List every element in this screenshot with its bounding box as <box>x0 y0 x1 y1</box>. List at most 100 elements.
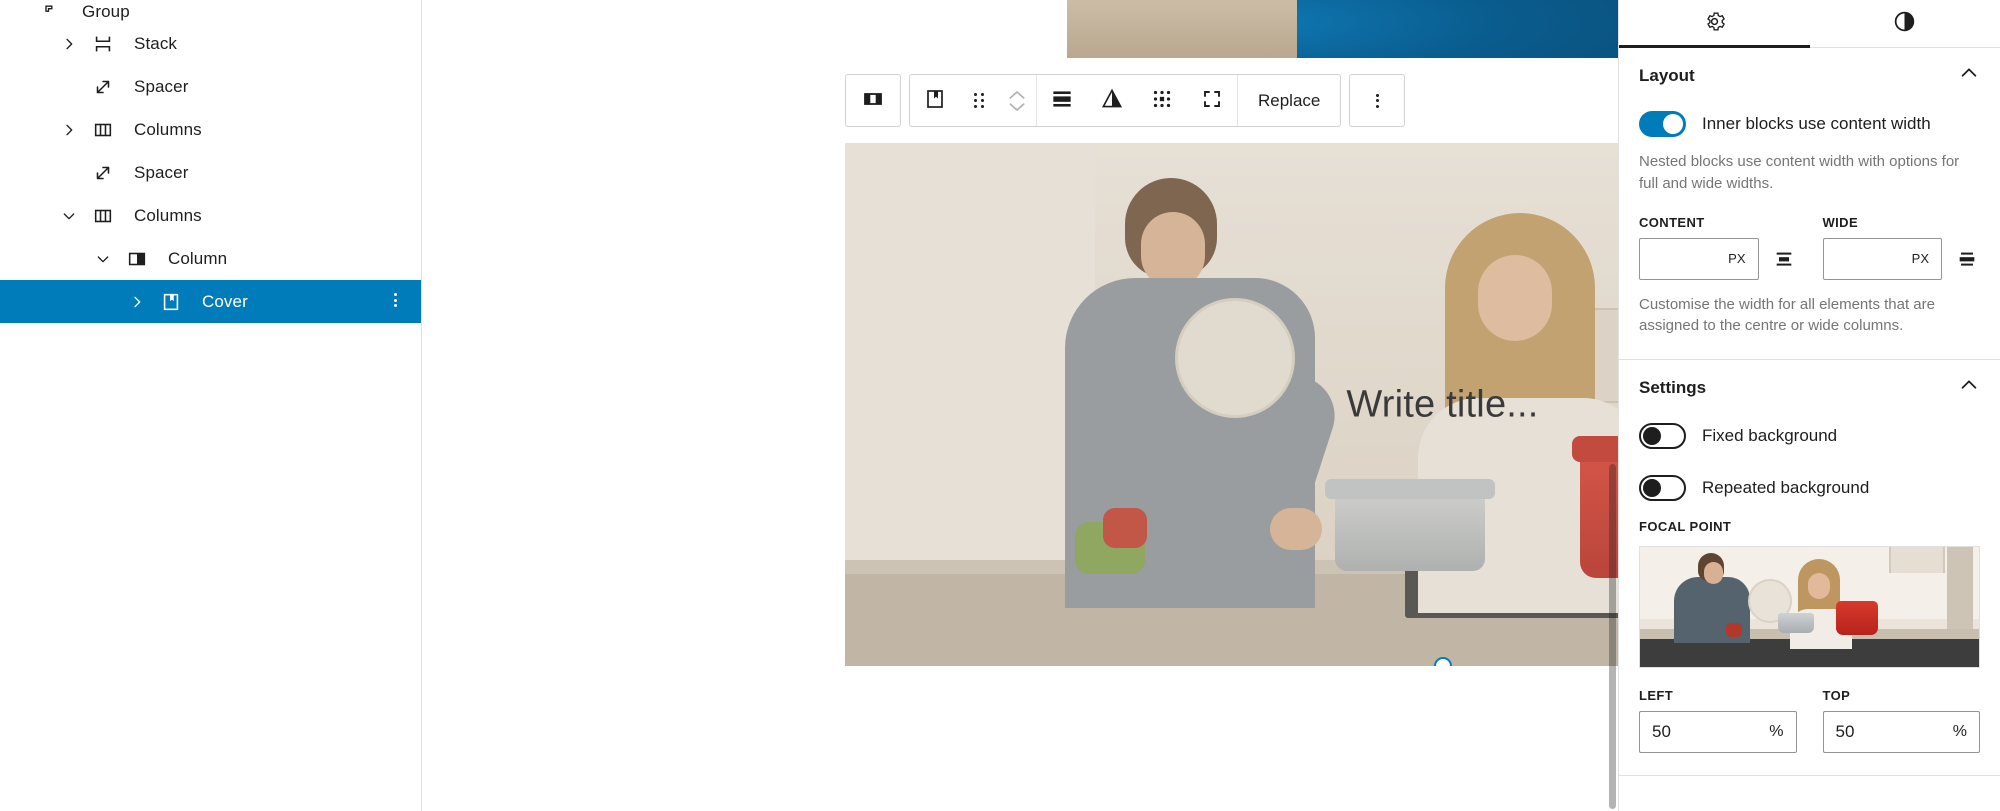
wide-width-input[interactable] <box>1835 248 1906 269</box>
focal-top-field: TOP % <box>1822 688 1980 753</box>
focal-point-button[interactable] <box>1137 75 1187 126</box>
group-icon <box>34 2 68 22</box>
full-height-button[interactable] <box>1187 75 1237 126</box>
list-item-cover[interactable]: Cover <box>0 280 421 323</box>
content-width-input[interactable] <box>1652 248 1723 269</box>
content-width-field: CONTENT PX <box>1639 215 1797 280</box>
tab-settings[interactable] <box>1619 0 1810 48</box>
list-item-columns-2[interactable]: Columns <box>0 194 421 237</box>
focal-point-label: FOCAL POINT <box>1639 519 1732 534</box>
canvas-scrollbar[interactable] <box>1609 464 1616 809</box>
align-wide-icon[interactable] <box>1954 248 1980 270</box>
inspector-tabs <box>1619 0 2000 48</box>
width-help-text: Customise the width for all elements tha… <box>1639 295 1935 335</box>
list-item-group[interactable]: Group <box>0 0 421 22</box>
content-width-label: CONTENT <box>1639 214 1705 230</box>
spacer-icon <box>86 76 120 98</box>
chevron-right-icon[interactable] <box>52 122 86 138</box>
column-icon <box>120 248 154 270</box>
focal-top-input[interactable] <box>1835 722 1947 742</box>
drag-handle-button[interactable] <box>960 75 998 126</box>
columns-icon <box>86 205 120 227</box>
editor-canvas: Replace Write title... <box>422 0 1618 811</box>
list-item-spacer-1[interactable]: Spacer <box>0 65 421 108</box>
focal-left-unit: % <box>1769 723 1784 740</box>
layout-panel: Layout Inner blocks use content width Ne… <box>1619 48 2000 360</box>
inner-blocks-content-width-toggle[interactable] <box>1639 111 1686 137</box>
columns-icon <box>86 119 120 141</box>
focal-point-grid-icon <box>1149 86 1175 115</box>
list-item-label: Group <box>82 2 130 21</box>
cover-block[interactable]: Write title... + <box>845 143 1618 666</box>
list-view-sidebar: Group Stack Spacer Columns Spacer Column… <box>0 0 422 811</box>
inner-blocks-toggle-label: Inner blocks use content width <box>1702 114 1931 133</box>
align-center-icon[interactable] <box>1771 248 1797 270</box>
focal-left-field: LEFT % <box>1639 688 1797 753</box>
wide-width-label: WIDE <box>1822 214 1859 230</box>
chevron-up-icon[interactable] <box>1958 374 1980 401</box>
fullscreen-icon <box>1200 87 1224 114</box>
repeated-background-row: Repeated background <box>1639 475 1980 501</box>
settings-panel-header[interactable]: Settings <box>1639 360 1980 415</box>
move-up-icon[interactable] <box>1007 88 1027 101</box>
list-item-label: Spacer <box>134 162 189 182</box>
layout-panel-header[interactable]: Layout <box>1639 48 1980 103</box>
content-width-unit: PX <box>1728 251 1746 266</box>
settings-panel: Settings Fixed background Repeated backg… <box>1619 360 2000 776</box>
contrast-triangle-icon <box>1099 86 1125 115</box>
move-down-icon[interactable] <box>1007 101 1027 114</box>
focal-point-fields: LEFT % TOP % <box>1639 688 1980 753</box>
spacer-icon <box>86 162 120 184</box>
fixed-background-label: Fixed background <box>1702 426 1838 445</box>
cover-icon <box>923 87 947 114</box>
wide-width-input-box[interactable]: PX <box>1822 237 1942 280</box>
focal-point-picker[interactable] <box>1639 546 1980 668</box>
focal-left-label: LEFT <box>1639 688 1674 703</box>
layout-help-text: Nested blocks use content width with opt… <box>1639 153 1960 192</box>
cover-title-placeholder[interactable]: Write title... <box>845 383 1618 426</box>
column-icon <box>861 87 885 114</box>
focal-left-input-box[interactable]: % <box>1639 711 1797 753</box>
list-item-options-button[interactable] <box>385 291 405 313</box>
layout-panel-title: Layout <box>1639 65 1695 85</box>
stack-icon <box>86 33 120 55</box>
parent-block-group <box>845 74 901 127</box>
focal-top-input-box[interactable]: % <box>1822 711 1980 753</box>
list-item-stack[interactable]: Stack <box>0 22 421 65</box>
focal-top-label: TOP <box>1822 688 1851 703</box>
block-type-button[interactable] <box>910 75 960 126</box>
focal-top-unit: % <box>1952 723 1967 740</box>
focal-left-input[interactable] <box>1652 722 1764 742</box>
drag-icon <box>974 93 984 108</box>
block-options-group <box>1349 74 1406 127</box>
content-width-input-box[interactable]: PX <box>1639 237 1759 280</box>
block-editor: Group Stack Spacer Columns Spacer Column… <box>0 0 2000 811</box>
duotone-button[interactable] <box>1087 75 1137 126</box>
list-item-label: Stack <box>134 33 178 53</box>
tab-styles[interactable] <box>1810 0 2000 47</box>
list-item-spacer-2[interactable]: Spacer <box>0 151 421 194</box>
previous-block-image <box>1067 0 1618 58</box>
block-options-button[interactable] <box>1352 75 1402 126</box>
chevron-up-icon[interactable] <box>1958 62 1980 89</box>
list-item-column[interactable]: Column <box>0 237 421 280</box>
chevron-right-icon[interactable] <box>52 36 86 52</box>
list-item-columns-1[interactable]: Columns <box>0 108 421 151</box>
fixed-background-toggle[interactable] <box>1639 423 1686 449</box>
inner-blocks-toggle-row: Inner blocks use content width <box>1639 111 1980 137</box>
block-movers[interactable] <box>998 75 1036 126</box>
align-center-icon <box>1049 86 1075 115</box>
repeated-background-toggle[interactable] <box>1639 475 1686 501</box>
select-parent-column-button[interactable] <box>848 75 898 126</box>
list-item-label: Columns <box>134 205 202 225</box>
width-fields: CONTENT PX WIDE PX <box>1639 215 1980 280</box>
replace-button[interactable]: Replace <box>1238 75 1340 126</box>
repeated-background-label: Repeated background <box>1702 478 1870 497</box>
settings-panel-title: Settings <box>1639 377 1707 397</box>
chevron-right-icon[interactable] <box>120 294 154 310</box>
more-vertical-icon <box>1375 91 1379 110</box>
chevron-down-icon[interactable] <box>86 251 120 267</box>
align-button[interactable] <box>1037 75 1087 126</box>
contrast-icon <box>1892 9 1917 39</box>
chevron-down-icon[interactable] <box>52 208 86 224</box>
